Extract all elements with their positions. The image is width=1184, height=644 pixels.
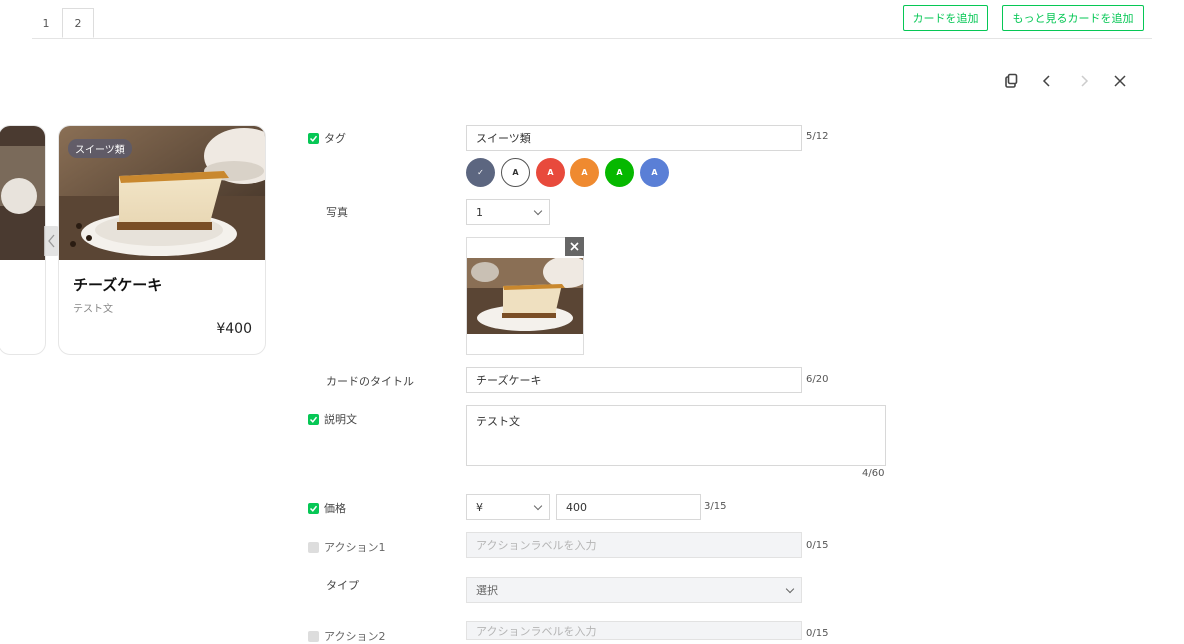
swatch-letter: A [512, 168, 519, 177]
card-title-count: 6/20 [806, 374, 829, 385]
action2-label: アクション2 [324, 630, 386, 643]
action1-label-row: アクション1 [308, 539, 385, 555]
action1-label-input[interactable]: アクションラベルを入力 [466, 532, 802, 558]
photo-count-value: 1 [476, 205, 483, 219]
tag-color-red-swatch[interactable]: A [536, 158, 565, 187]
tag-color-slate-swatch[interactable]: ✓ [466, 158, 495, 187]
tag-count: 5/12 [806, 131, 829, 142]
description-checkbox[interactable] [308, 413, 319, 425]
product-card-preview[interactable]: スイーツ類 チーズケーキ テスト文 ¥400 [58, 125, 266, 355]
description-count: 4/60 [862, 468, 885, 479]
previous-card-preview[interactable] [0, 125, 46, 355]
tag-color-blue-swatch[interactable]: A [640, 158, 669, 187]
add-card-button[interactable]: カードを追加 [903, 5, 988, 31]
tag-color-orange-swatch[interactable]: A [570, 158, 599, 187]
price-label-row: 価格 [308, 500, 346, 516]
action2-label-row: アクション2 [308, 628, 385, 644]
photo-thumbnail [467, 258, 583, 334]
photo-label: 写真 [326, 206, 348, 219]
action2-label-input[interactable]: アクションラベルを入力 [466, 621, 802, 640]
card-image: スイーツ類 [59, 126, 265, 260]
tab-1[interactable]: 1 [32, 8, 60, 38]
card-title: チーズケーキ [73, 276, 163, 294]
type-label: タイプ [326, 579, 359, 592]
close-icon[interactable] [1109, 70, 1131, 92]
check-icon: ✓ [477, 168, 484, 177]
swatch-letter: A [651, 168, 658, 177]
type-select[interactable]: 選択 [466, 577, 802, 603]
photo-thumbnail-frame [466, 237, 584, 355]
tag-label-row: タグ [308, 130, 346, 146]
chevron-down-icon [785, 584, 795, 594]
type-value: 選択 [476, 584, 498, 597]
swatch-letter: A [547, 168, 554, 177]
add-more-card-button[interactable]: もっと見るカードを追加 [1002, 5, 1144, 31]
price-checkbox[interactable] [308, 502, 319, 514]
tag-input[interactable]: スイーツ類 [466, 125, 802, 151]
card-title-label: カードのタイトル [326, 375, 414, 388]
card-tag-badge: スイーツ類 [68, 139, 132, 158]
action1-checkbox[interactable] [308, 541, 319, 553]
action1-label: アクション1 [324, 541, 386, 554]
copy-icon[interactable] [1000, 70, 1022, 92]
photo-count-select[interactable]: 1 [466, 199, 550, 225]
chevron-left-icon[interactable] [1036, 70, 1058, 92]
chevron-down-icon [533, 501, 543, 511]
previous-card-image [0, 126, 45, 260]
description-label-row: 説明文 [308, 411, 357, 427]
swatch-letter: A [581, 168, 588, 177]
description-label: 説明文 [324, 413, 357, 426]
currency-select[interactable]: ¥ [466, 494, 550, 520]
action1-count: 0/15 [806, 540, 829, 551]
chevron-right-icon[interactable] [1073, 70, 1095, 92]
card-title-input[interactable]: チーズケーキ [466, 367, 802, 393]
tag-color-green-swatch[interactable]: A [605, 158, 634, 187]
chevron-down-icon [533, 206, 543, 216]
tag-color-white-swatch[interactable]: A [501, 158, 530, 187]
swatch-letter: A [616, 168, 623, 177]
action2-count: 0/15 [806, 628, 829, 639]
tag-checkbox[interactable] [308, 132, 319, 144]
card-description: テスト文 [73, 304, 113, 315]
card-price: ¥400 [216, 321, 252, 337]
price-input[interactable]: 400 [556, 494, 701, 520]
description-textarea[interactable]: テスト文 [466, 405, 886, 466]
tag-label: タグ [324, 132, 346, 145]
price-label: 価格 [324, 502, 346, 515]
price-count: 3/15 [704, 501, 727, 512]
currency-value: ¥ [476, 500, 483, 514]
tab-2[interactable]: 2 [62, 8, 94, 38]
close-icon [570, 242, 579, 251]
remove-photo-button[interactable] [565, 237, 584, 256]
